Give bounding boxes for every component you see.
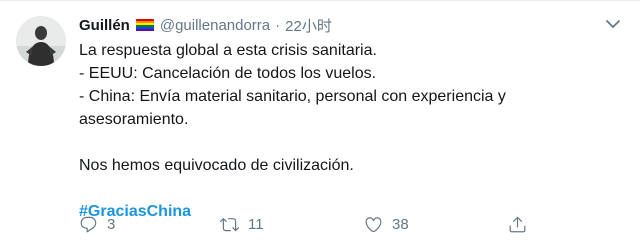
retweet-icon (220, 218, 239, 232)
tweet-line: La respuesta global a esta crisis sanita… (79, 42, 377, 59)
tweet-text: La respuesta global a esta crisis sanita… (79, 39, 600, 223)
tweet-closing-line: Nos hemos equivocado de civilización. (79, 157, 354, 174)
author-name[interactable]: Guillén (79, 17, 130, 34)
author-handle[interactable]: @guillenandorra (160, 17, 270, 34)
like-button[interactable]: 38 (364, 215, 409, 234)
share-icon (509, 216, 526, 233)
reply-icon (80, 216, 97, 233)
chevron-down-icon[interactable] (604, 17, 622, 31)
rainbow-flag-icon (135, 18, 154, 32)
tweet-line: - China: Envía material sanitario, perso… (79, 88, 506, 128)
avatar[interactable] (16, 16, 66, 66)
line-break (79, 131, 600, 154)
share-button[interactable] (508, 215, 527, 234)
tweet-line: - EEUU: Cancelación de todos los vuelos. (79, 65, 377, 82)
reply-count: 3 (107, 216, 116, 233)
reply-button[interactable]: 3 (79, 215, 115, 234)
retweet-count: 11 (248, 216, 264, 233)
tweet-actions: 3 11 38 (79, 215, 539, 237)
like-count: 38 (392, 216, 409, 233)
timestamp[interactable]: 22小时 (285, 15, 332, 36)
line-break (79, 177, 600, 200)
tweet-body: Guillén @guillenandorra · 22小时 La respue… (79, 14, 600, 223)
heart-icon (365, 217, 382, 233)
retweet-button[interactable]: 11 (220, 215, 264, 234)
tweet-card[interactable]: Guillén @guillenandorra · 22小时 La respue… (0, 0, 640, 252)
separator-dot: · (275, 16, 281, 34)
tweet-header: Guillén @guillenandorra · 22小时 (79, 14, 600, 36)
